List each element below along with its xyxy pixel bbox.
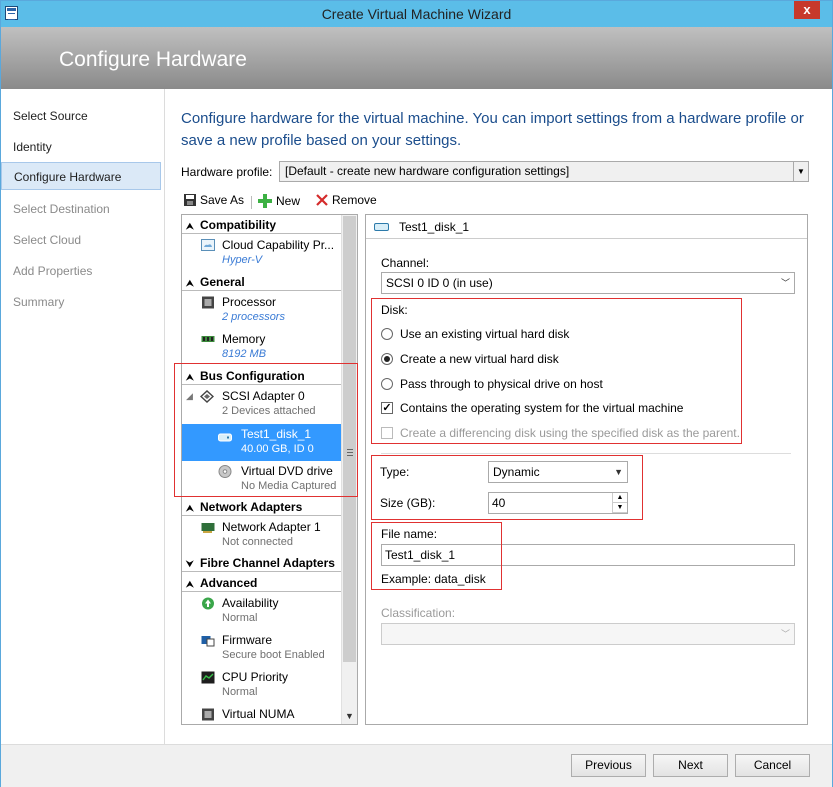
close-button[interactable]: x — [794, 1, 820, 19]
highlight-bus-configuration — [174, 363, 358, 497]
item-name: Cloud Capability Pr... — [222, 238, 335, 252]
expand-icon: ⮟ — [186, 559, 194, 569]
hard-disk-icon — [374, 223, 389, 231]
previous-button[interactable]: Previous — [571, 754, 646, 777]
network-adapter-icon — [201, 523, 215, 533]
section-title: Advanced — [200, 576, 258, 590]
section-fibre-channel[interactable]: ⮟ Fibre Channel Adapters — [182, 554, 342, 572]
channel-value: SCSI 0 ID 0 (in use) — [386, 276, 493, 290]
wizard-window: Create Virtual Machine Wizard x Configur… — [0, 0, 833, 787]
section-title: Compatibility — [200, 218, 277, 232]
window-title: Create Virtual Machine Wizard — [321, 6, 512, 22]
divider — [381, 453, 791, 454]
classification-label: Classification: — [381, 606, 456, 620]
item-name: Memory — [222, 332, 266, 346]
remove-button[interactable]: Remove — [315, 193, 377, 207]
step-select-destination: Select Destination — [13, 202, 110, 216]
channel-label: Channel: — [381, 256, 430, 270]
highlight-file-name — [371, 522, 502, 590]
hardware-profile-select[interactable]: [Default - create new hardware configura… — [279, 161, 809, 182]
section-network-adapters[interactable]: ⮝ Network Adapters — [182, 498, 342, 516]
tree-item-firmware[interactable]: Firmware Secure boot Enabled — [198, 630, 342, 667]
highlight-type-size — [371, 455, 643, 520]
item-detail: Normal — [222, 686, 258, 698]
item-detail: Hyper-V — [222, 254, 263, 266]
wizard-header: Configure Hardware — [1, 27, 832, 89]
section-general[interactable]: ⮝ General — [182, 273, 342, 291]
step-add-properties: Add Properties — [13, 264, 93, 278]
item-name: Processor — [222, 295, 277, 309]
collapse-icon: ⮝ — [186, 503, 194, 513]
wizard-steps: Select Source Identity Configure Hardwar… — [1, 89, 165, 745]
scroll-down-icon[interactable]: ▼ — [342, 708, 357, 724]
plus-icon — [258, 194, 272, 208]
remove-label: Remove — [332, 193, 377, 207]
new-button[interactable]: New — [257, 193, 300, 209]
highlight-disk-options — [371, 298, 742, 444]
chevron-down-icon: ﹀ — [780, 278, 790, 288]
hardware-toolbar: Save As New Remove — [181, 190, 808, 214]
panel-header: Test1_disk_1 — [366, 215, 807, 239]
cloud-profile-icon — [201, 239, 215, 251]
wizard-footer: Previous Next Cancel — [1, 744, 832, 787]
item-detail: Secure boot Enabled — [222, 649, 325, 661]
save-as-button[interactable]: Save As — [183, 193, 244, 207]
collapse-icon: ⮝ — [186, 579, 194, 589]
panel-title: Test1_disk_1 — [399, 220, 470, 234]
item-name: Virtual NUMA — [222, 707, 295, 721]
item-name: Firmware — [222, 633, 272, 647]
next-button[interactable]: Next — [653, 754, 728, 777]
tree-item-availability[interactable]: Availability Normal — [198, 593, 342, 630]
item-detail: 2 processors — [222, 311, 285, 323]
memory-icon — [201, 336, 215, 342]
cpu-priority-icon — [201, 671, 215, 684]
availability-icon — [202, 597, 214, 610]
remove-x-icon — [316, 194, 328, 206]
tree-item-cloud-capability[interactable]: Cloud Capability Pr... Hyper-V — [198, 235, 342, 272]
chevron-down-icon[interactable]: ▼ — [793, 162, 808, 181]
step-configure-hardware[interactable]: Configure Hardware — [1, 162, 161, 190]
tree-item-cpu-priority[interactable]: CPU Priority Normal — [198, 667, 342, 704]
tree-item-network-adapter[interactable]: Network Adapter 1 Not connected — [198, 517, 342, 554]
tree-item-memory[interactable]: Memory 8192 MB — [198, 329, 342, 366]
item-name: Network Adapter 1 — [222, 520, 321, 534]
numa-icon — [202, 708, 214, 721]
item-detail: Normal — [222, 612, 258, 624]
cancel-button[interactable]: Cancel — [735, 754, 810, 777]
channel-select[interactable]: SCSI 0 ID 0 (in use) ﹀ — [381, 272, 795, 294]
processor-icon — [202, 296, 214, 309]
save-icon — [184, 194, 196, 206]
collapse-icon: ⮝ — [186, 221, 194, 231]
item-name: CPU Priority — [222, 670, 289, 684]
item-detail: 8192 MB — [222, 348, 267, 360]
step-select-cloud: Select Cloud — [13, 233, 82, 247]
item-name: Availability — [222, 596, 279, 610]
save-as-label: Save As — [200, 193, 245, 207]
chevron-down-icon: ﹀ — [780, 629, 790, 639]
intro-text: Configure hardware for the virtual machi… — [181, 110, 804, 149]
section-title: General — [200, 275, 245, 289]
section-title: Network Adapters — [200, 500, 303, 514]
new-label: New — [276, 194, 301, 208]
tree-item-processor[interactable]: Processor 2 processors — [198, 292, 342, 329]
step-summary: Summary — [13, 295, 65, 309]
firmware-icon — [201, 636, 215, 647]
collapse-icon: ⮝ — [186, 278, 194, 288]
step-identity[interactable]: Identity — [1, 133, 161, 161]
section-advanced[interactable]: ⮝ Advanced — [182, 574, 342, 592]
step-select-source[interactable]: Select Source — [1, 102, 161, 130]
item-detail: Not connected — [222, 536, 293, 548]
hardware-profile-label: Hardware profile: — [181, 165, 273, 179]
classification-select: ﹀ — [381, 623, 795, 645]
section-compatibility[interactable]: ⮝ Compatibility — [182, 216, 342, 234]
hardware-profile-value: [Default - create new hardware configura… — [285, 164, 570, 178]
toolbar-divider — [251, 196, 252, 209]
tree-item-virtual-numa[interactable]: Virtual NUMA — [198, 704, 342, 724]
section-title: Fibre Channel Adapters — [200, 556, 335, 570]
title-bar[interactable]: Create Virtual Machine Wizard x — [1, 1, 832, 27]
page-title: Configure Hardware — [59, 48, 247, 71]
